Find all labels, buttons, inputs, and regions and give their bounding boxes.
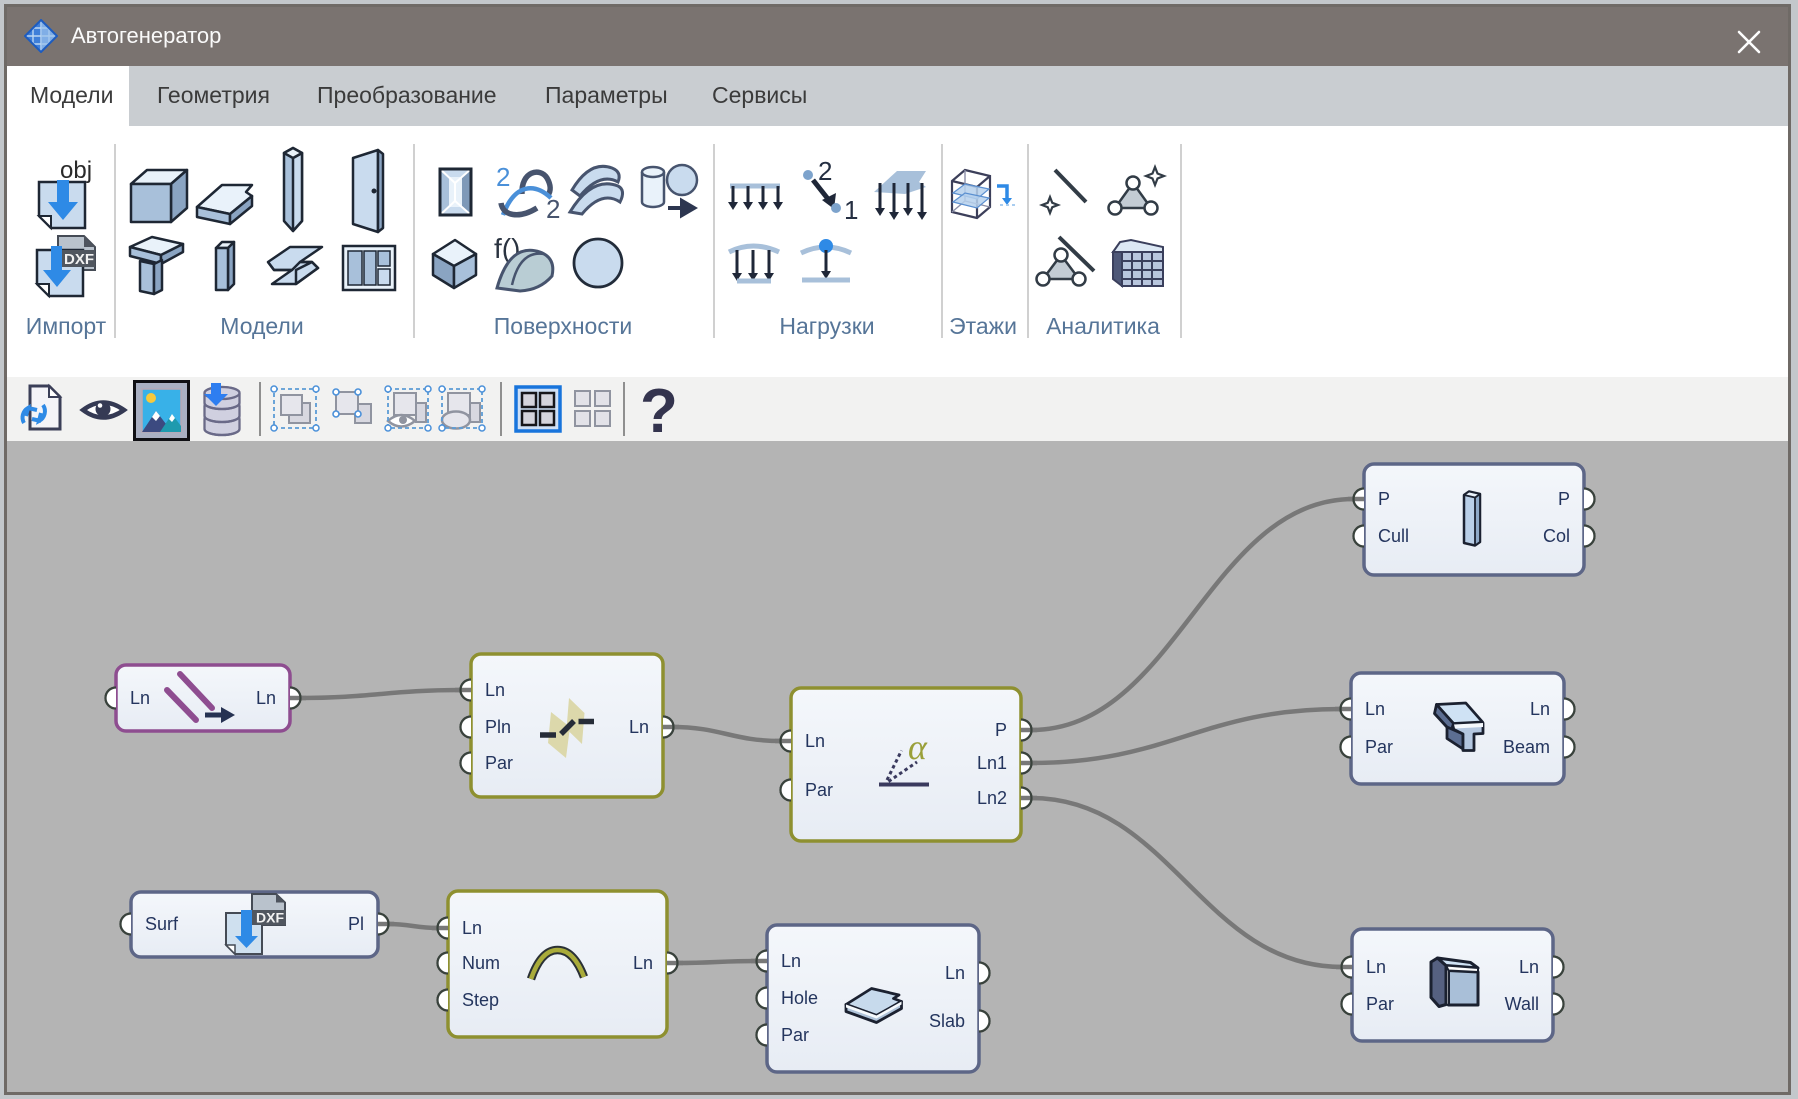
svg-text:obj: obj [60,157,92,184]
svg-text:Cull: Cull [1378,526,1409,546]
svg-text:Ln2: Ln2 [977,788,1007,808]
svg-text:Ln: Ln [781,951,801,971]
svg-text:DXF: DXF [256,910,284,926]
svg-text:Col: Col [1543,526,1570,546]
svg-text:Ln: Ln [945,963,965,983]
svg-text:Step: Step [462,990,499,1010]
svg-text:2: 2 [496,162,510,192]
svg-text:2: 2 [818,156,832,186]
svg-text:Нагрузки: Нагрузки [779,313,874,339]
svg-text:Wall: Wall [1505,994,1539,1014]
svg-text:Ln: Ln [633,953,653,973]
svg-text:P: P [1558,489,1570,509]
svg-text:Pl: Pl [348,914,364,934]
svg-text:Импорт: Импорт [26,313,107,339]
svg-text:DXF: DXF [64,251,94,268]
svg-text:Ln: Ln [256,688,276,708]
svg-text:Ln: Ln [1519,957,1539,977]
svg-text:Hole: Hole [781,988,818,1008]
svg-text:P: P [1378,489,1390,509]
svg-text:2: 2 [546,194,560,224]
svg-text:?: ? [640,377,678,441]
svg-text:Этажи: Этажи [949,313,1017,339]
svg-text:Par: Par [805,780,833,800]
svg-text:α: α [908,727,928,767]
svg-text:Num: Num [462,953,500,973]
svg-text:Ln: Ln [1365,699,1385,719]
svg-text:Аналитика: Аналитика [1046,313,1160,339]
svg-text:Ln: Ln [805,731,825,751]
svg-text:Pln: Pln [485,717,511,737]
svg-text:Beam: Beam [1503,737,1550,757]
svg-text:Модели: Модели [220,313,303,339]
svg-text:1: 1 [844,195,858,225]
svg-text:Surf: Surf [145,914,179,934]
svg-text:Par: Par [485,753,513,773]
svg-text:Ln1: Ln1 [977,753,1007,773]
svg-text:Par: Par [1366,994,1394,1014]
svg-text:Поверхности: Поверхности [494,313,632,339]
svg-text:Ln: Ln [1530,699,1550,719]
svg-text:Par: Par [781,1025,809,1045]
svg-text:Ln: Ln [1366,957,1386,977]
svg-text:P: P [995,720,1007,740]
svg-text:Slab: Slab [929,1011,965,1031]
svg-text:Ln: Ln [130,688,150,708]
svg-text:Par: Par [1365,737,1393,757]
svg-text:Ln: Ln [629,717,649,737]
svg-text:Ln: Ln [462,918,482,938]
svg-text:Ln: Ln [485,680,505,700]
